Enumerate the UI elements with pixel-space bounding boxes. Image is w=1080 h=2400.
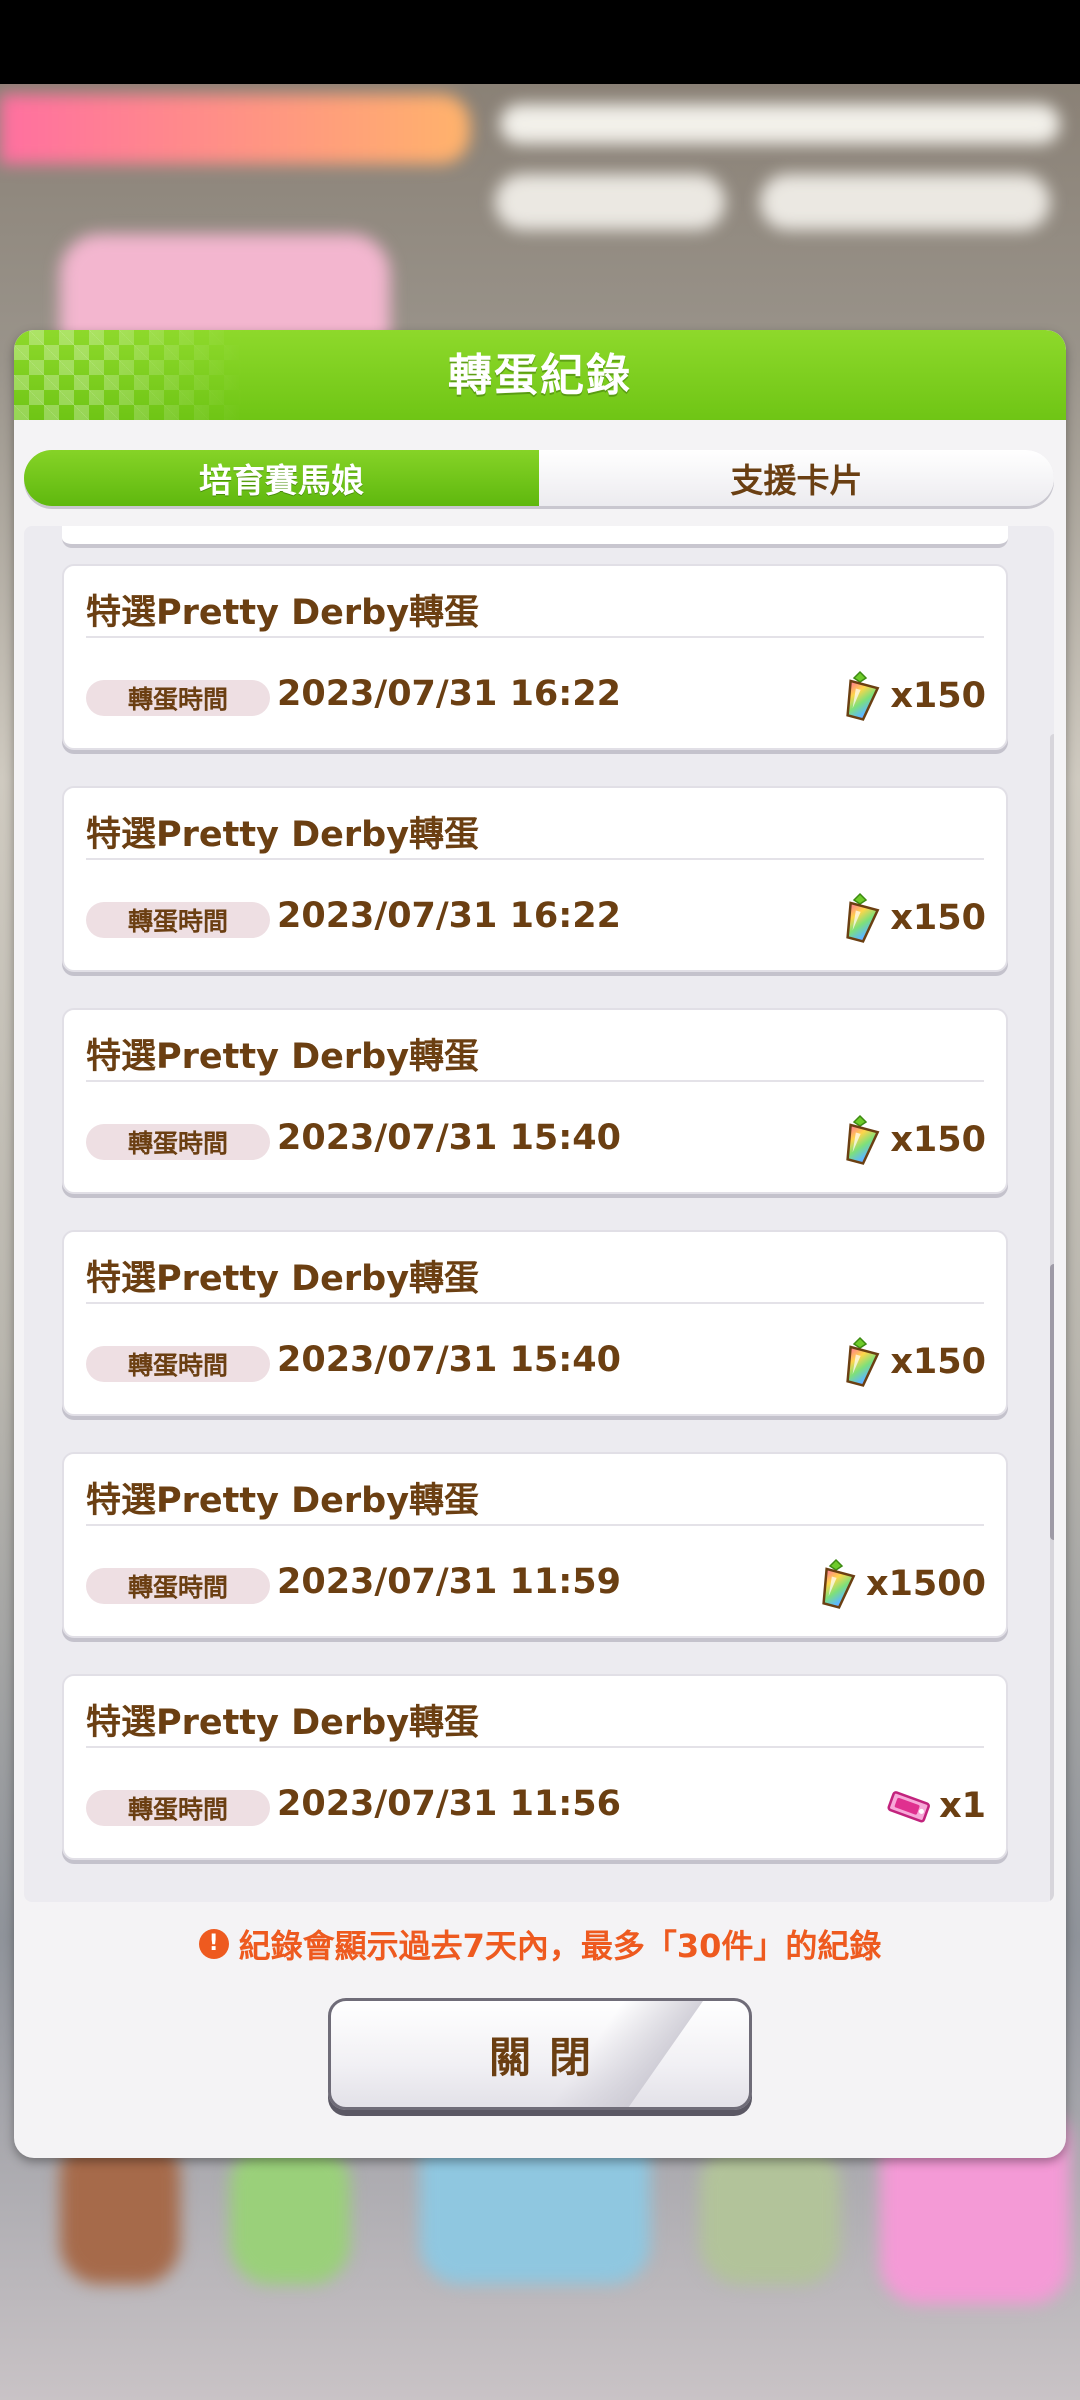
partial-card (62, 526, 1008, 548)
divider (86, 1302, 984, 1304)
close-button[interactable]: 關閉 (328, 1998, 752, 2110)
record-title: 特選Pretty Derby轉蛋 (86, 1703, 480, 1743)
record-card: 特選Pretty Derby轉蛋 轉蛋時間 2023/07/31 11:59 x… (62, 1452, 1008, 1638)
divider (86, 1746, 984, 1748)
tab-support-cards[interactable]: 支援卡片 (539, 450, 1054, 506)
record-cost: x150 (838, 1110, 986, 1170)
record-cost: x150 (838, 888, 986, 948)
alert-icon: ! (198, 1929, 229, 1959)
record-cost: x150 (838, 1332, 986, 1392)
dialog-title: 轉蛋紀錄 (448, 350, 632, 401)
record-title: 特選Pretty Derby轉蛋 (86, 815, 480, 855)
record-title: 特選Pretty Derby轉蛋 (86, 593, 480, 633)
close-button-label: 關閉 (488, 2032, 609, 2082)
record-card: 特選Pretty Derby轉蛋 轉蛋時間 2023/07/31 16:22 x… (62, 786, 1008, 972)
cost-quantity: x150 (890, 898, 986, 938)
record-cost: x1500 (814, 1554, 986, 1614)
carat-gem-icon (838, 1336, 882, 1388)
cost-quantity: x150 (890, 1120, 986, 1160)
record-card: 特選Pretty Derby轉蛋 轉蛋時間 2023/07/31 15:40 x… (62, 1008, 1008, 1194)
divider (86, 1080, 984, 1082)
record-title: 特選Pretty Derby轉蛋 (86, 1259, 480, 1299)
record-time: 2023/07/31 11:59 (277, 1562, 621, 1602)
carat-gem-icon (838, 892, 882, 944)
cost-quantity: x1 (939, 1786, 986, 1826)
time-badge: 轉蛋時間 (86, 680, 270, 716)
notice-label: 紀錄會顯示過去7天內，最多「30件」的紀錄 (238, 1927, 882, 1965)
time-badge: 轉蛋時間 (86, 902, 270, 938)
time-badge: 轉蛋時間 (86, 1124, 270, 1160)
record-time: 2023/07/31 15:40 (277, 1340, 621, 1380)
divider (86, 858, 984, 860)
record-card: 特選Pretty Derby轉蛋 轉蛋時間 2023/07/31 15:40 x… (62, 1230, 1008, 1416)
record-title: 特選Pretty Derby轉蛋 (86, 1481, 480, 1521)
record-cost: x1 (887, 1776, 986, 1836)
time-badge: 轉蛋時間 (86, 1568, 270, 1604)
carat-gem-icon (814, 1558, 858, 1610)
record-card: 特選Pretty Derby轉蛋 轉蛋時間 2023/07/31 16:22 x… (62, 564, 1008, 750)
tab-bar: 培育賽馬娘 支援卡片 (24, 450, 1054, 506)
status-bar (0, 0, 1080, 84)
record-time: 2023/07/31 11:56 (277, 1784, 621, 1824)
divider (86, 636, 984, 638)
record-cost: x150 (838, 666, 986, 726)
record-time: 2023/07/31 16:22 (277, 896, 621, 936)
carat-gem-icon (838, 670, 882, 722)
carat-gem-icon (838, 1114, 882, 1166)
record-card: 特選Pretty Derby轉蛋 轉蛋時間 2023/07/31 11:56 x… (62, 1674, 1008, 1860)
scrollbar-thumb[interactable] (1050, 1264, 1054, 1540)
notice-text: ! 紀錄會顯示過去7天內，最多「30件」的紀錄 (14, 1922, 1066, 1966)
gacha-ticket-icon (887, 1791, 931, 1823)
record-time: 2023/07/31 16:22 (277, 674, 621, 714)
dialog-header: 轉蛋紀錄 (14, 330, 1066, 420)
cost-quantity: x1500 (866, 1564, 986, 1604)
record-title: 特選Pretty Derby轉蛋 (86, 1037, 480, 1077)
gacha-history-dialog: 轉蛋紀錄 培育賽馬娘 支援卡片 特選Pretty Derby轉蛋 轉蛋時間 20… (14, 330, 1066, 2158)
time-badge: 轉蛋時間 (86, 1790, 270, 1826)
cost-quantity: x150 (890, 676, 986, 716)
divider (86, 1524, 984, 1526)
record-list[interactable]: 特選Pretty Derby轉蛋 轉蛋時間 2023/07/31 16:22 x… (24, 526, 1054, 1902)
time-badge: 轉蛋時間 (86, 1346, 270, 1382)
record-time: 2023/07/31 15:40 (277, 1118, 621, 1158)
tab-trainee-umamusume[interactable]: 培育賽馬娘 (24, 450, 539, 506)
cost-quantity: x150 (890, 1342, 986, 1382)
